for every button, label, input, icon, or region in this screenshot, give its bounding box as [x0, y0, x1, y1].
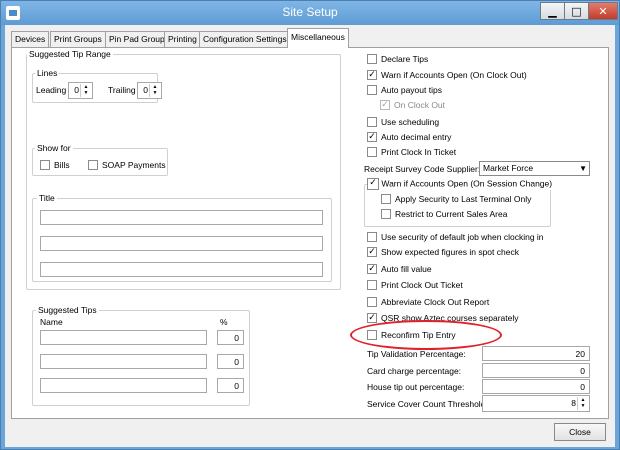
tab-printing[interactable]: Printing — [164, 31, 201, 47]
stepper-arrows-icon[interactable]: ▲ ▼ — [80, 84, 91, 97]
title-bar[interactable]: Site Setup ▁ □ ✕ — [1, 1, 619, 25]
auto-fill-value-checkbox[interactable]: ✓ — [367, 264, 377, 274]
close-window-button[interactable]: ✕ — [588, 2, 618, 20]
leading-label: Leading — [36, 85, 67, 95]
stepper-arrows-icon[interactable]: ▲ ▼ — [577, 397, 588, 410]
tip-percent-input[interactable]: 0 — [217, 378, 244, 393]
stepper-arrows-icon[interactable]: ▲ ▼ — [149, 84, 160, 97]
maximize-icon: □ — [571, 5, 582, 18]
tip-validation-input[interactable]: 20 — [482, 346, 590, 361]
tab-pin-pad-groups[interactable]: Pin Pad Groups — [105, 31, 174, 47]
percent-column-header: % — [220, 317, 228, 327]
declare-tips-checkbox[interactable] — [367, 54, 377, 64]
soap-payments-label: SOAP Payments — [102, 160, 166, 170]
tip-percent-input[interactable]: 0 — [217, 330, 244, 345]
tip-name-input[interactable] — [40, 354, 207, 369]
highlight-circle — [350, 320, 502, 350]
apply-security-checkbox[interactable] — [381, 194, 391, 204]
show-expected-figures-label: Show expected figures in spot check — [381, 247, 519, 257]
receipt-survey-select[interactable]: Market Force ▼ — [479, 161, 590, 176]
title-input-2[interactable] — [40, 236, 323, 251]
trailing-stepper[interactable]: 0 ▲ ▼ — [137, 82, 162, 99]
warn-session-label: Warn if Accounts Open (On Session Change… — [381, 178, 553, 189]
declare-tips-label: Declare Tips — [381, 54, 429, 64]
qsr-show-courses-checkbox[interactable]: ✓ — [367, 313, 377, 323]
auto-decimal-entry-checkbox[interactable]: ✓ — [367, 132, 377, 142]
card-charge-label: Card charge percentage: — [367, 366, 462, 376]
lines-label: Lines — [35, 68, 60, 78]
restrict-sales-area-label: Restrict to Current Sales Area — [395, 209, 508, 219]
name-column-header: Name — [40, 317, 63, 327]
trailing-label: Trailing — [108, 85, 136, 95]
auto-payout-tips-label: Auto payout tips — [381, 85, 442, 95]
leading-stepper[interactable]: 0 ▲ ▼ — [68, 82, 93, 99]
service-cover-threshold-value: 8 — [571, 398, 576, 408]
use-scheduling-checkbox[interactable] — [367, 117, 377, 127]
print-clock-in-ticket-checkbox[interactable] — [367, 147, 377, 157]
house-tip-out-label: House tip out percentage: — [367, 382, 465, 392]
abbreviate-clock-out-report-label: Abbreviate Clock Out Report — [381, 297, 490, 307]
soap-payments-checkbox[interactable] — [88, 160, 98, 170]
site-setup-window: Site Setup ▁ □ ✕ Devices Print Groups Pi… — [0, 0, 620, 450]
card-charge-input[interactable]: 0 — [482, 363, 590, 378]
miscellaneous-panel: Suggested Tip Range Lines Leading 0 ▲ ▼ T… — [11, 47, 609, 419]
close-icon: ✕ — [598, 5, 608, 18]
tab-miscellaneous[interactable]: Miscellaneous — [287, 28, 349, 48]
tip-validation-label: Tip Validation Percentage: — [367, 349, 466, 359]
minimize-icon: ▁ — [548, 5, 557, 18]
tab-devices[interactable]: Devices — [11, 31, 50, 47]
service-cover-threshold-stepper[interactable]: 8 ▲ ▼ — [482, 395, 590, 412]
receipt-survey-value: Market Force — [483, 163, 534, 173]
auto-payout-tips-checkbox[interactable] — [367, 85, 377, 95]
title-input-1[interactable] — [40, 210, 323, 225]
warn-session-group — [364, 184, 551, 227]
close-button[interactable]: Close — [554, 423, 606, 441]
auto-decimal-entry-label: Auto decimal entry — [381, 132, 452, 142]
apply-security-label: Apply Security to Last Terminal Only — [395, 194, 532, 204]
on-clock-out-checkbox[interactable]: ✓ — [380, 100, 390, 110]
tip-name-input[interactable] — [40, 378, 207, 393]
print-clock-in-ticket-label: Print Clock In Ticket — [381, 147, 457, 157]
warn-clock-out-label: Warn if Accounts Open (On Clock Out) — [381, 70, 527, 80]
restrict-sales-area-checkbox[interactable] — [381, 209, 391, 219]
receipt-survey-label: Receipt Survey Code Supplier: — [364, 164, 481, 174]
bills-checkbox[interactable] — [40, 160, 50, 170]
show-expected-figures-checkbox[interactable]: ✓ — [367, 247, 377, 257]
on-clock-out-label: On Clock Out — [394, 100, 446, 110]
chevron-down-icon: ▼ — [579, 164, 587, 173]
minimize-button[interactable]: ▁ — [540, 2, 565, 20]
tip-name-input[interactable] — [40, 330, 207, 345]
bills-label: Bills — [54, 160, 70, 170]
title-input-3[interactable] — [40, 262, 323, 277]
warn-clock-out-checkbox[interactable]: ✓ — [367, 70, 377, 80]
maximize-button[interactable]: □ — [564, 2, 589, 20]
window-title: Site Setup — [282, 5, 338, 19]
title-group-label: Title — [37, 193, 57, 203]
warn-session-header: ✓ Warn if Accounts Open (On Session Chan… — [367, 178, 555, 190]
suggested-tip-range-label: Suggested Tip Range — [27, 49, 113, 59]
tip-percent-input[interactable]: 0 — [217, 354, 244, 369]
tab-print-groups[interactable]: Print Groups — [50, 31, 106, 47]
trailing-value: 0 — [143, 85, 148, 95]
show-for-label: Show for — [35, 143, 73, 153]
use-security-default-job-checkbox[interactable] — [367, 232, 377, 242]
tab-configuration-settings[interactable]: Configuration Settings — [199, 31, 291, 47]
auto-fill-value-label: Auto fill value — [381, 264, 432, 274]
print-clock-out-ticket-checkbox[interactable] — [367, 280, 377, 290]
house-tip-out-input[interactable]: 0 — [482, 379, 590, 394]
suggested-tips-label: Suggested Tips — [36, 305, 99, 315]
abbreviate-clock-out-report-checkbox[interactable] — [367, 297, 377, 307]
service-cover-threshold-label: Service Cover Count Threshold: — [367, 399, 488, 409]
print-clock-out-ticket-label: Print Clock Out Ticket — [381, 280, 463, 290]
use-scheduling-label: Use scheduling — [381, 117, 440, 127]
warn-session-checkbox[interactable]: ✓ — [367, 178, 379, 190]
use-security-default-job-label: Use security of default job when clockin… — [381, 232, 544, 242]
dialog-client: Devices Print Groups Pin Pad Groups Prin… — [5, 25, 615, 447]
leading-value: 0 — [74, 85, 79, 95]
